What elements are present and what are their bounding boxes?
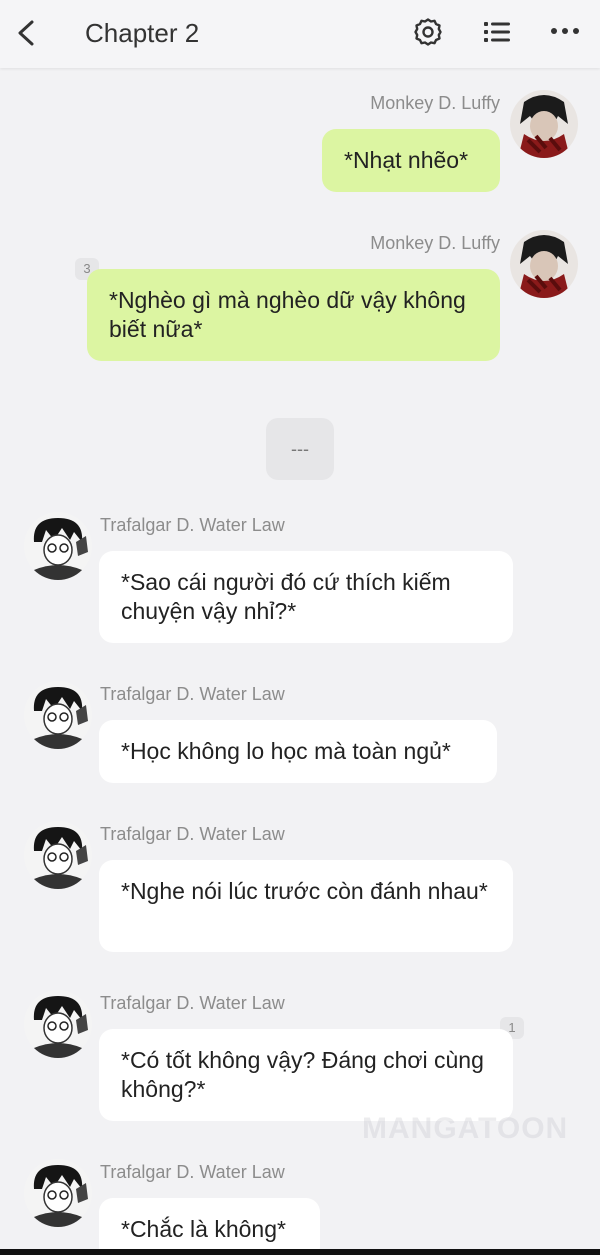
- list-icon[interactable]: [482, 19, 512, 45]
- avatar[interactable]: [510, 90, 578, 158]
- avatar[interactable]: [24, 1159, 92, 1227]
- avatar[interactable]: [24, 512, 92, 580]
- sender-name: Monkey D. Luffy: [370, 93, 500, 113]
- message-bubble[interactable]: *Chắc là không*: [99, 1198, 320, 1255]
- sender-name: Trafalgar D. Water Law: [100, 1162, 285, 1182]
- top-bar: Chapter 2: [0, 0, 600, 68]
- message-bubble[interactable]: *Có tốt không vậy? Đáng chơi cùng không?…: [99, 1029, 513, 1121]
- avatar[interactable]: [510, 230, 578, 298]
- message-bubble[interactable]: *Học không lo học mà toàn ngủ*: [99, 720, 497, 783]
- message-bubble[interactable]: *Nghe nói lúc trước còn đánh nhau*: [99, 860, 513, 952]
- message-bubble[interactable]: *Nghèo gì mà nghèo dữ vậy không biết nữa…: [87, 269, 500, 361]
- sender-name: Trafalgar D. Water Law: [100, 824, 285, 844]
- chapter-title: Chapter 2: [85, 18, 200, 48]
- avatar[interactable]: [24, 821, 92, 889]
- sender-name: Monkey D. Luffy: [370, 233, 500, 253]
- sender-name: Trafalgar D. Water Law: [100, 993, 285, 1013]
- more-icon[interactable]: [550, 24, 580, 38]
- message-bubble[interactable]: *Nhạt nhẽo*: [322, 129, 500, 192]
- sender-name: Trafalgar D. Water Law: [100, 515, 285, 535]
- avatar[interactable]: [24, 990, 92, 1058]
- avatar[interactable]: [24, 681, 92, 749]
- scene-divider: ---: [266, 418, 334, 480]
- gear-icon[interactable]: [413, 17, 443, 47]
- sender-name: Trafalgar D. Water Law: [100, 684, 285, 704]
- watermark-logo: MANGATOON: [362, 1112, 569, 1145]
- message-bubble[interactable]: *Sao cái người đó cứ thích kiếm chuyện v…: [99, 551, 513, 643]
- bottom-edge: [0, 1249, 600, 1255]
- back-icon[interactable]: [14, 17, 38, 49]
